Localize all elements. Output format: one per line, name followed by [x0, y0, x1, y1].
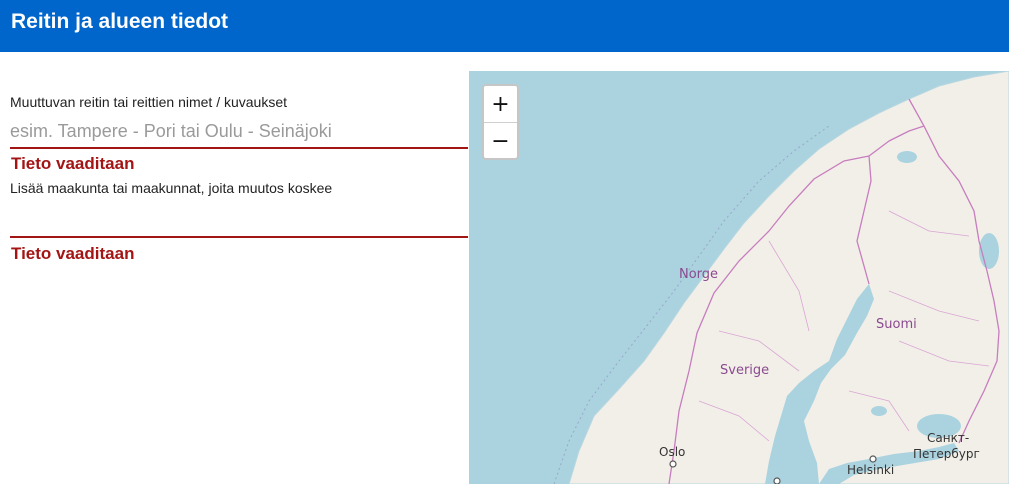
page-title: Reitin ja alueen tiedot [11, 10, 229, 33]
regions-input[interactable] [10, 206, 468, 232]
regions-error: Tieto vaaditaan [11, 244, 135, 263]
map-label-stpetersburg-line2: Петербург [913, 447, 980, 461]
map-label-oslo: Oslo [659, 445, 686, 459]
regions-underline [10, 236, 468, 238]
map-label-helsinki: Helsinki [847, 463, 895, 477]
map-label-sweden: Sverige [720, 363, 770, 378]
app-header: Reitin ja alueen tiedot [0, 0, 1009, 52]
helsinki-marker [869, 455, 877, 463]
zoom-control: + − [482, 84, 519, 160]
map-tiles [553, 71, 1009, 484]
route-names-label: Muuttuvan reitin tai reittien nimet / ku… [10, 94, 288, 110]
map-label-finland: Suomi [876, 317, 917, 332]
zoom-in-button[interactable]: + [484, 86, 517, 122]
route-names-underline [10, 147, 468, 149]
map-label-stpetersburg-line1: Санкт- [927, 431, 970, 445]
stockholm-marker [773, 477, 781, 484]
map-view[interactable]: Norge Sverige Suomi Oslo Helsinki Санкт-… [469, 71, 1009, 484]
map-label-norway: Norge [679, 267, 719, 282]
zoom-out-button[interactable]: − [484, 122, 517, 159]
oslo-marker [669, 460, 677, 468]
route-form: Muuttuvan reitin tai reittien nimet / ku… [0, 52, 468, 484]
regions-label: Lisää maakunta tai maakunnat, joita muut… [10, 180, 333, 196]
route-names-input[interactable] [10, 120, 468, 142]
route-names-error: Tieto vaaditaan [11, 154, 135, 173]
